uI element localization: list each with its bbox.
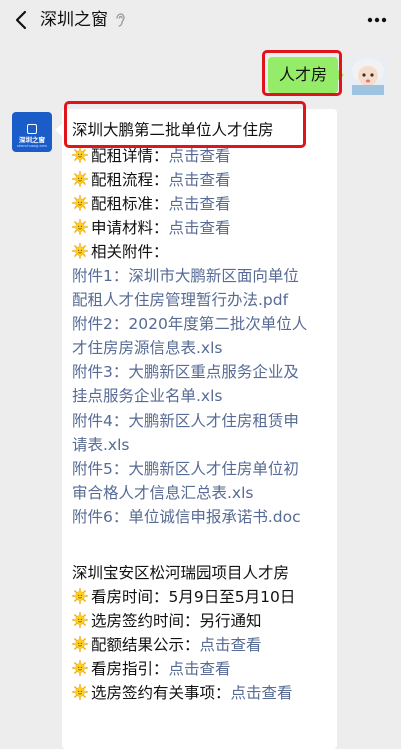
sun-emoji-icon — [72, 660, 88, 676]
item-value: 5月9日至5月10日 — [168, 588, 296, 606]
list-item: 选房签约有关事项：点击查看 — [72, 682, 293, 705]
section2-title: 深圳宝安区松河瑞园项目人才房 — [72, 564, 290, 582]
sun-emoji-icon — [72, 219, 88, 235]
list-item: 选房签约时间：另行通知 — [72, 610, 262, 633]
my-avatar[interactable] — [348, 55, 388, 95]
list-item: 相关附件： — [72, 241, 169, 264]
avatar-logo-domain: shenchuang.com — [17, 144, 47, 148]
sun-emoji-icon — [72, 147, 88, 163]
attachment-link[interactable]: 附件3：大鹏新区重点服务企业及 — [72, 361, 299, 384]
list-item: 配租标准：点击查看 — [72, 193, 231, 216]
item-label: 配租详情： — [91, 147, 169, 165]
back-chevron-icon[interactable] — [10, 8, 34, 32]
sun-emoji-icon — [72, 588, 88, 604]
view-link[interactable]: 点击查看 — [231, 684, 293, 702]
list-item: 配租流程：点击查看 — [72, 169, 231, 192]
attachment-link[interactable]: 附件5：大鹏新区人才住房单位初 — [72, 458, 299, 481]
top-bar: 深圳之窗 — [0, 0, 401, 40]
attachment-link[interactable]: 才住房房源信息表.xls — [72, 337, 222, 360]
attachment-link[interactable]: 配租人才住房管理暂行办法.pdf — [72, 289, 288, 312]
sun-emoji-icon — [72, 612, 88, 628]
baby-avatar-icon — [348, 55, 388, 95]
red-highlight-box-title — [64, 101, 306, 148]
view-link[interactable]: 点击查看 — [169, 219, 231, 237]
item-label: 配租标准： — [91, 195, 169, 213]
item-label: 配额结果公示： — [91, 636, 200, 654]
attachment-link[interactable]: 请表.xls — [72, 434, 129, 457]
attachment-link[interactable]: 附件2：2020年度第二批次单位人 — [72, 313, 307, 336]
avatar-logo-name: 深圳之窗 — [19, 136, 45, 144]
list-item: 看房指引：点击查看 — [72, 658, 231, 681]
view-link[interactable]: 点击查看 — [169, 171, 231, 189]
sun-emoji-icon — [72, 684, 88, 700]
attachment-link[interactable]: 挂点服务企业名单.xls — [72, 385, 222, 408]
view-link[interactable]: 点击查看 — [200, 636, 262, 654]
view-link[interactable]: 点击查看 — [169, 147, 231, 165]
sun-emoji-icon — [72, 243, 88, 259]
list-item: 申请材料：点击查看 — [72, 217, 231, 240]
more-options-icon[interactable] — [365, 10, 389, 30]
item-label: 配租流程： — [91, 171, 169, 189]
sun-emoji-icon — [72, 636, 88, 652]
sun-emoji-icon — [72, 171, 88, 187]
attachment-link[interactable]: 附件4：大鹏新区人才住房租赁申 — [72, 410, 299, 433]
incoming-bubble-tail — [55, 124, 62, 136]
item-label: 选房签约时间： — [91, 612, 200, 630]
item-label: 选房签约有关事项： — [91, 684, 231, 702]
mute-ear-icon — [116, 13, 125, 27]
item-label: 看房指引： — [91, 660, 169, 678]
view-link[interactable]: 点击查看 — [169, 195, 231, 213]
chat-title: 深圳之窗 — [40, 10, 108, 30]
attachment-link[interactable]: 审合格人才信息汇总表.xls — [72, 482, 253, 505]
attachment-link[interactable]: 附件1：深圳市大鹏新区面向单位 — [72, 265, 299, 288]
list-item: 看房时间：5月9日至5月10日 — [72, 586, 295, 609]
view-link[interactable]: 点击查看 — [169, 660, 231, 678]
sun-emoji-icon — [72, 195, 88, 211]
item-label: 申请材料： — [91, 219, 169, 237]
window-logo-icon — [27, 124, 37, 134]
list-item: 配额结果公示：点击查看 — [72, 634, 262, 657]
sender-avatar[interactable]: 深圳之窗 shenchuang.com — [12, 112, 52, 152]
item-value: 另行通知 — [199, 612, 262, 630]
list-item: 配租详情：点击查看 — [72, 145, 231, 168]
item-label: 看房时间： — [91, 588, 169, 606]
red-highlight-box-outgoing — [262, 50, 342, 96]
attachments-label: 相关附件： — [91, 243, 169, 261]
attachment-link[interactable]: 附件6：单位诚信申报承诺书.doc — [72, 506, 301, 529]
